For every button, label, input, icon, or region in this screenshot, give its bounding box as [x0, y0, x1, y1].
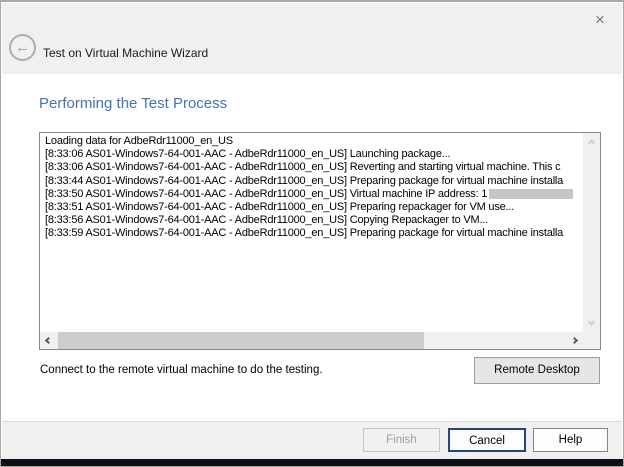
- window-title: Test on Virtual Machine Wizard: [43, 46, 208, 60]
- close-icon: ×: [595, 10, 605, 29]
- vertical-scrollbar[interactable]: [583, 133, 600, 332]
- scroll-left-button[interactable]: [40, 332, 57, 349]
- back-button[interactable]: ←: [9, 34, 36, 61]
- log-line: [8:33:56 AS01-Windows7-64-001-AAC - Adbe…: [45, 214, 583, 227]
- log-line: [8:33:50 AS01-Windows7-64-001-AAC - Adbe…: [45, 188, 583, 201]
- finish-button: Finish: [363, 428, 440, 452]
- help-button[interactable]: Help: [533, 428, 608, 452]
- wizard-header: ← Test on Virtual Machine Wizard: [2, 3, 622, 74]
- chevron-down-icon: [588, 319, 595, 326]
- scroll-down-button[interactable]: [583, 315, 600, 332]
- log-line: [8:33:51 AS01-Windows7-64-001-AAC - Adbe…: [45, 201, 583, 214]
- close-button[interactable]: ×: [587, 8, 613, 32]
- redacted-ip-value: [489, 189, 573, 199]
- remote-desktop-button[interactable]: Remote Desktop: [474, 357, 600, 384]
- log-line: [8:33:06 AS01-Windows7-64-001-AAC - Adbe…: [45, 161, 583, 174]
- wizard-content: Performing the Test Process Loading data…: [2, 74, 622, 421]
- log-line: Loading data for AdbeRdr11000_en_US: [45, 135, 583, 148]
- log-lines: Loading data for AdbeRdr11000_en_US[8:33…: [40, 133, 583, 332]
- chevron-left-icon: [45, 337, 52, 344]
- status-text: Connect to the remote virtual machine to…: [40, 364, 323, 376]
- footer-bar: Finish Cancel Help: [2, 421, 622, 459]
- chevron-up-icon: [588, 139, 595, 146]
- page-title: Performing the Test Process: [39, 95, 227, 112]
- scroll-up-button[interactable]: [583, 133, 600, 150]
- log-line: [8:33:59 AS01-Windows7-64-001-AAC - Adbe…: [45, 227, 583, 240]
- cancel-button[interactable]: Cancel: [448, 428, 526, 452]
- wizard-dialog: ← Test on Virtual Machine Wizard × Perfo…: [0, 0, 624, 467]
- test-log-panel[interactable]: Loading data for AdbeRdr11000_en_US[8:33…: [39, 132, 601, 350]
- log-line: [8:33:06 AS01-Windows7-64-001-AAC - Adbe…: [45, 148, 583, 161]
- horizontal-scroll-thumb[interactable]: [58, 332, 424, 349]
- horizontal-scrollbar[interactable]: [40, 332, 583, 349]
- chevron-right-icon: [571, 337, 578, 344]
- log-line: [8:33:44 AS01-Windows7-64-001-AAC - Adbe…: [45, 175, 583, 188]
- scroll-right-button[interactable]: [566, 332, 583, 349]
- scrollbar-corner: [583, 332, 600, 349]
- back-arrow-icon: ←: [15, 39, 30, 56]
- bottom-edge-strip: [1, 459, 623, 466]
